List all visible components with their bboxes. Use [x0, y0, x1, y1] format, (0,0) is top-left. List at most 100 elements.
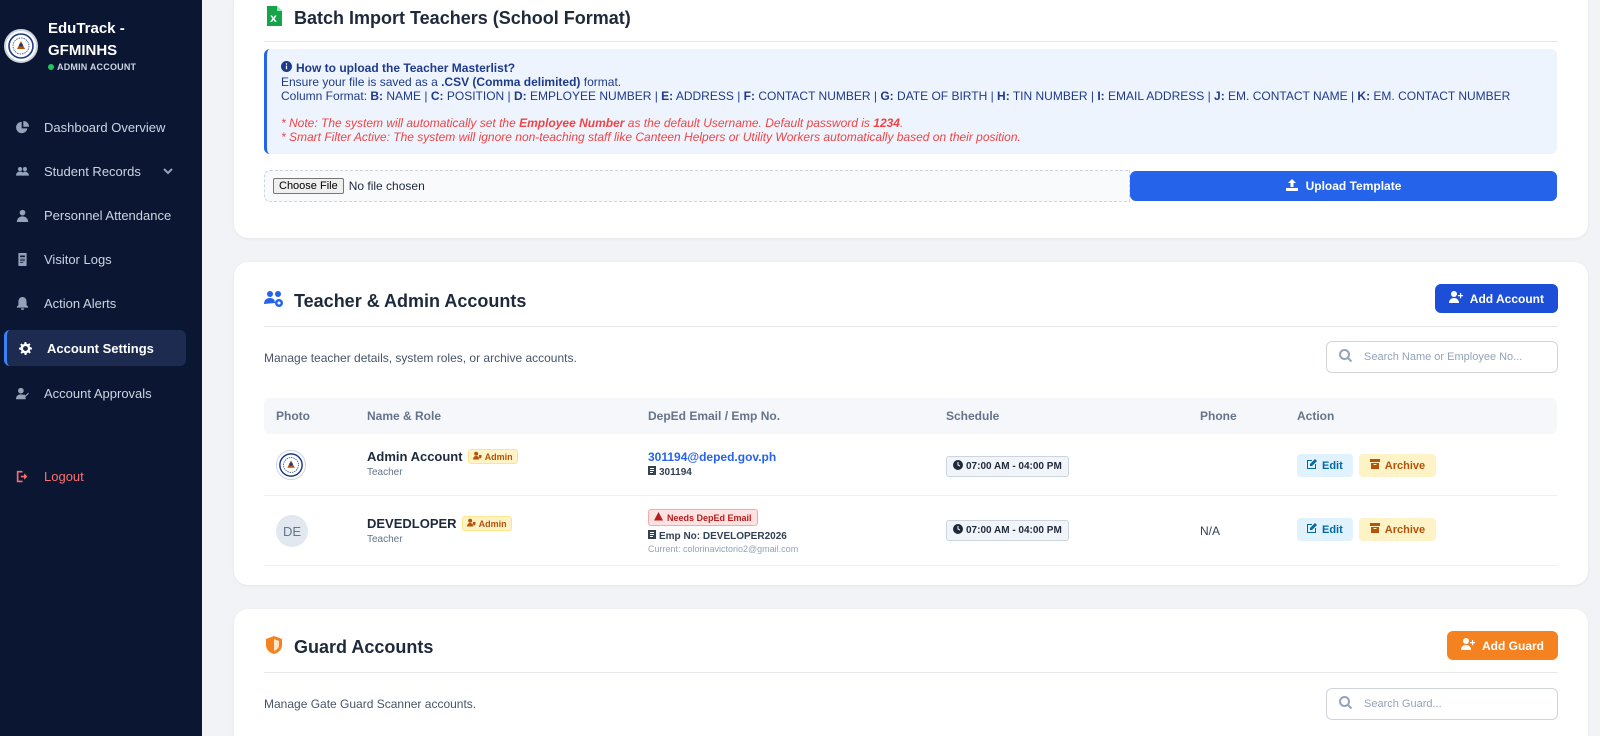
employee-number: 301194	[648, 466, 776, 478]
file-status: No file chosen	[348, 179, 425, 193]
school-seal-logo	[4, 29, 38, 63]
archive-icon	[1369, 523, 1380, 536]
user-shield-icon	[472, 451, 482, 462]
add-guard-button[interactable]: Add Guard	[1447, 631, 1558, 660]
deped-email[interactable]: 301194@deped.gov.ph	[648, 450, 776, 464]
logout-link[interactable]: Logout	[4, 458, 186, 494]
edit-button[interactable]: Edit	[1297, 518, 1353, 541]
action-cell: Edit Archive	[1297, 518, 1437, 541]
divider	[264, 672, 1558, 673]
employee-number: Emp No: DEVELOPER2026	[648, 530, 798, 542]
excel-file-icon: X	[264, 6, 284, 31]
edit-icon	[1307, 459, 1317, 472]
note-mid: as the default Username. Default passwor…	[624, 116, 874, 130]
sidebar-item-visitor-logs[interactable]: Visitor Logs	[4, 241, 186, 277]
bell-icon	[14, 295, 30, 311]
column-letter: F:	[743, 89, 755, 103]
sidebar-item-label: Account Settings	[47, 340, 154, 356]
column-name: TIN NUMBER	[1009, 89, 1088, 103]
online-status-dot	[48, 64, 54, 70]
column-name: ADDRESS	[673, 89, 734, 103]
sidebar-item-label: Student Records	[44, 163, 141, 179]
column-letter: B:	[370, 89, 384, 103]
batch-import-title: Batch Import Teachers (School Format)	[294, 8, 631, 28]
app-title: EduTrack - GFMINHS	[48, 20, 125, 59]
column-header-name-role: Name & Role	[367, 409, 442, 423]
upload-row: Choose File No file chosen Upload Templa…	[264, 170, 1557, 202]
column-letter: I:	[1097, 89, 1105, 103]
sidebar-item-dashboard-overview[interactable]: Dashboard Overview	[4, 109, 186, 145]
user-plus-icon	[1448, 290, 1463, 307]
upload-icon	[1285, 178, 1298, 194]
avatar: DE	[276, 515, 308, 547]
archive-button[interactable]: Archive	[1358, 518, 1437, 541]
employee-number-text: 301194	[659, 466, 692, 478]
file-input[interactable]: Choose File No file chosen	[264, 170, 1130, 202]
column-letter: J:	[1214, 89, 1225, 103]
svg-text:X: X	[270, 15, 277, 25]
chevron-down-icon[interactable]	[162, 165, 174, 177]
column-name: EM. CONTACT NUMBER	[1370, 89, 1511, 103]
note-smart-filter: * Smart Filter Active: The system will i…	[281, 130, 1021, 144]
edit-button[interactable]: Edit	[1297, 454, 1353, 477]
sidebar-item-account-approvals[interactable]: Account Approvals	[4, 375, 186, 411]
teacher-search-input[interactable]: Search Name or Employee No...	[1326, 341, 1558, 373]
note-end: .	[899, 116, 904, 130]
action-cell: Edit Archive	[1297, 454, 1437, 477]
column-name: EM. CONTACT NAME	[1224, 89, 1348, 103]
column-name: POSITION	[443, 89, 505, 103]
column-letter: K:	[1357, 89, 1371, 103]
sidebar-item-student-records[interactable]: Student Records	[4, 153, 186, 189]
teacher-accounts-heading: Teacher & Admin Accounts	[264, 289, 526, 314]
sidebar-item-action-alerts[interactable]: Action Alerts	[4, 285, 186, 321]
schedule-cell: 07:00 AM - 04:00 PM	[946, 520, 1069, 541]
ensure-prefix: Ensure your file is saved as a	[281, 75, 442, 89]
note-employee-number: Employee Number	[519, 116, 625, 130]
teacher-name: Admin Account Admin	[367, 449, 518, 464]
teacher-role: Teacher	[367, 534, 403, 545]
upload-template-button[interactable]: Upload Template	[1130, 171, 1557, 201]
guard-accounts-heading: Guard Accounts	[264, 635, 433, 660]
divider	[264, 41, 1558, 42]
note-default-password: 1234	[873, 116, 900, 130]
current-email: Current: colorinavictorio2@gmail.com	[648, 544, 799, 554]
table-row: Admin Account Admin Teacher 301194@deped…	[264, 434, 1557, 496]
add-account-label: Add Account	[1469, 291, 1544, 306]
choose-file-button[interactable]: Choose File	[273, 178, 344, 194]
teacher-name: DEVEDLOPER Admin	[367, 516, 512, 531]
column-header-email: DepEd Email / Emp No.	[648, 409, 781, 423]
info-circle-icon	[281, 61, 292, 75]
add-guard-label: Add Guard	[1482, 638, 1544, 653]
phone-cell: N/A	[1200, 524, 1221, 538]
batch-import-card: X Batch Import Teachers (School Format) …	[234, 0, 1588, 238]
column-letter: E:	[661, 89, 674, 103]
archive-button[interactable]: Archive	[1358, 454, 1437, 477]
edit-icon	[1307, 523, 1317, 536]
role-badge: Admin	[461, 516, 512, 531]
column-name: DATE OF BIRTH	[893, 89, 988, 103]
role-badge-text: Admin	[478, 518, 507, 529]
sidebar-item-label: Dashboard Overview	[44, 119, 166, 135]
guard-search-input[interactable]: Search Guard...	[1326, 688, 1558, 720]
teacher-accounts-title: Teacher & Admin Accounts	[294, 291, 527, 311]
column-header-phone: Phone	[1200, 409, 1237, 423]
sidebar-item-personnel-attendance[interactable]: Personnel Attendance	[4, 197, 186, 233]
teacher-name-text: DEVEDLOPER	[367, 516, 457, 531]
teacher-role: Teacher	[367, 467, 403, 478]
gear-icon	[17, 340, 33, 356]
add-account-button[interactable]: Add Account	[1434, 284, 1558, 313]
account-type-label: ADMIN ACCOUNT	[48, 62, 136, 72]
user-plus-icon	[1461, 637, 1476, 654]
shield-icon	[264, 635, 284, 660]
warning-triangle-icon	[654, 512, 663, 523]
sidebar-item-label: Action Alerts	[44, 295, 117, 311]
sidebar-item-account-settings[interactable]: Account Settings	[4, 330, 186, 366]
avatar	[276, 450, 306, 480]
column-format-label: Column Format:	[281, 89, 371, 103]
schedule-badge: 07:00 AM - 04:00 PM	[946, 456, 1069, 477]
email-cell: Needs DepEd Email Emp No: DEVELOPER2026 …	[648, 508, 798, 554]
employee-number-text: Emp No: DEVELOPER2026	[659, 530, 787, 542]
role-badge: Admin	[467, 449, 518, 464]
help-heading: How to upload the Teacher Masterlist?	[281, 61, 1543, 75]
name-role-cell: DEVEDLOPER Admin Teacher	[367, 516, 512, 545]
